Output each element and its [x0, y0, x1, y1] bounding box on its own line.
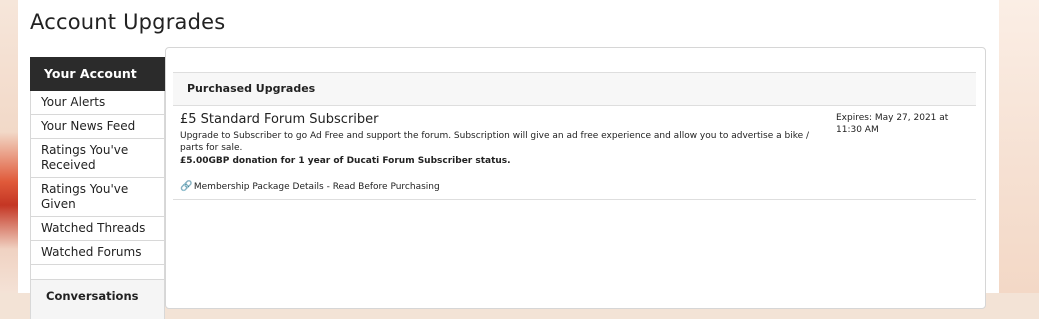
upgrade-price-text: £5.00GBP donation for 1 year of Ducati F… [180, 156, 511, 166]
membership-details-link[interactable]: 🔗 Membership Package Details - Read Befo… [180, 181, 440, 192]
sidebar-item-your-alerts[interactable]: Your Alerts [31, 91, 164, 115]
page-title: Account Upgrades [30, 10, 226, 34]
account-sidebar: Your Account Your Alerts Your News Feed … [30, 57, 165, 319]
upgrade-item: £5 Standard Forum Subscriber Upgrade to … [173, 105, 976, 200]
page-container: Account Upgrades Your Account Your Alert… [18, 0, 999, 319]
section-title: Purchased Upgrades [187, 82, 316, 95]
upgrade-description: Upgrade to Subscriber to go Ad Free and … [180, 131, 810, 153]
upgrade-expires: Expires: May 27, 2021 at 11:30 AM [836, 113, 949, 135]
sidebar-item-your-news-feed[interactable]: Your News Feed [31, 115, 164, 139]
sidebar-item-watched-threads[interactable]: Watched Threads [31, 217, 164, 241]
link-icon: 🔗 [180, 181, 193, 192]
main-card: Purchased Upgrades £5 Standard Forum Sub… [165, 47, 986, 309]
sidebar-header-your-account[interactable]: Your Account [30, 57, 165, 91]
sidebar-subheader-conversations[interactable]: Conversations [30, 280, 165, 319]
sidebar-item-watched-forums[interactable]: Watched Forums [31, 241, 164, 265]
purchased-upgrades-header: Purchased Upgrades [173, 72, 976, 106]
sidebar-list: Your Alerts Your News Feed Ratings You'v… [30, 91, 165, 280]
sidebar-item-ratings-received[interactable]: Ratings You've Received [31, 139, 164, 178]
upgrade-title: £5 Standard Forum Subscriber [180, 112, 379, 127]
sidebar-spacer [31, 265, 164, 280]
sidebar-item-ratings-given[interactable]: Ratings You've Given [31, 178, 164, 217]
membership-details-link-text[interactable]: Membership Package Details - Read Before… [194, 182, 440, 192]
background-right-strip [999, 0, 1039, 293]
background-left-strip [0, 0, 18, 293]
